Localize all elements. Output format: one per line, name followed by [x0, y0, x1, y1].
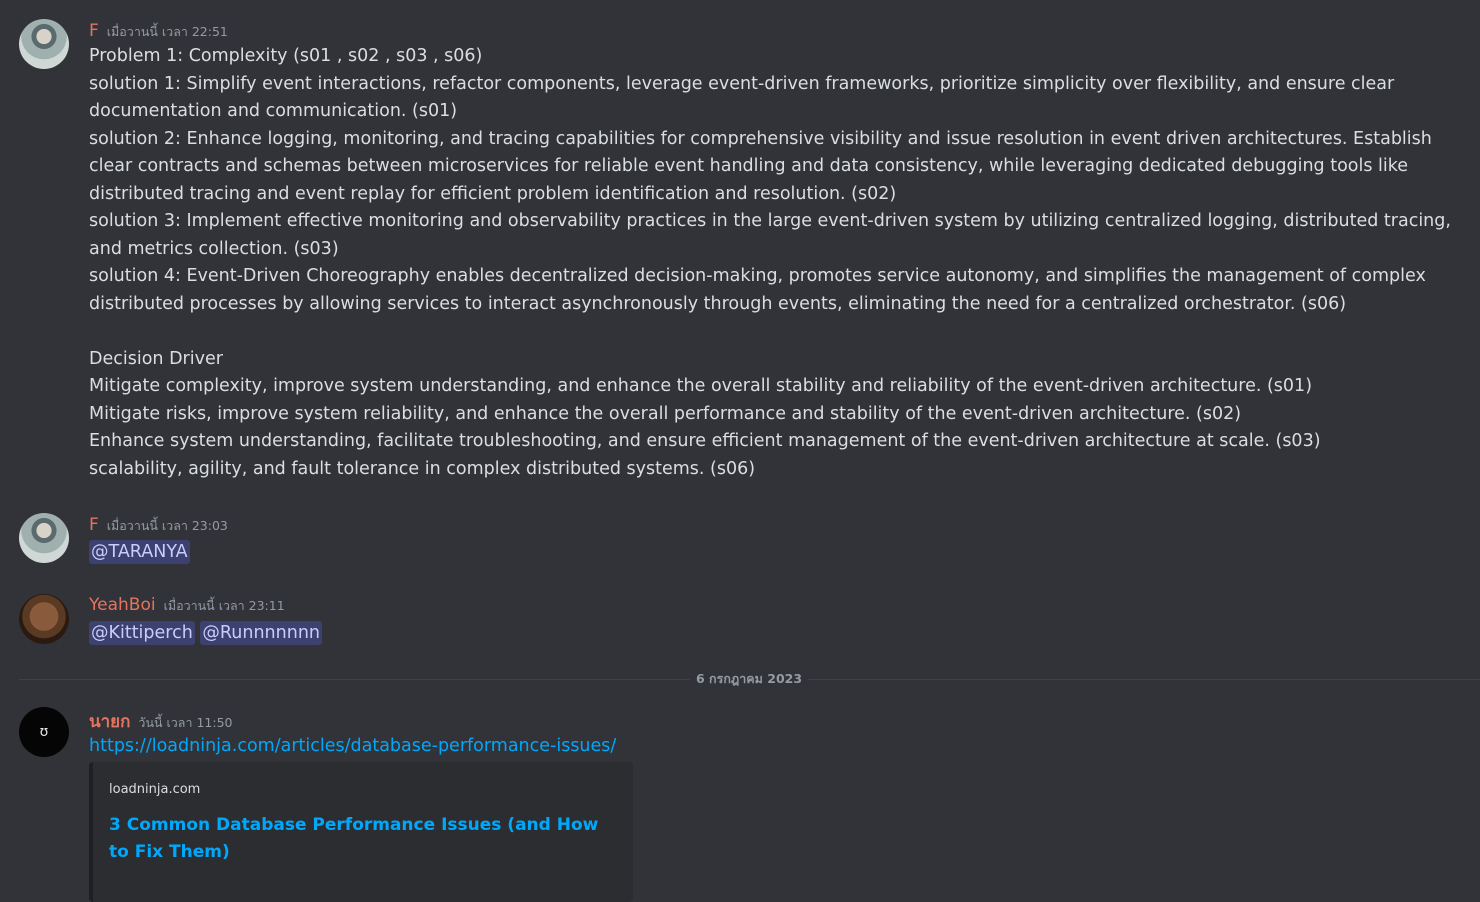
- message-link[interactable]: https://loadninja.com/articles/database-…: [89, 736, 616, 756]
- message-content: @TARANYA: [89, 539, 1459, 567]
- username[interactable]: F: [89, 515, 99, 535]
- message-line: Problem 1: Complexity (s01 , s02 , s03 ,…: [89, 46, 483, 66]
- user-mention[interactable]: @Runnnnnnn: [200, 621, 323, 645]
- message-line: Mitigate risks, improve system reliabili…: [89, 403, 1242, 424]
- user-avatar-nayok[interactable]: ʊ: [19, 707, 69, 757]
- message-line: Enhance system understanding, facilitate…: [89, 431, 1321, 451]
- message-line: solution 4: Event-Driven Choreography en…: [89, 266, 1432, 314]
- avatar-glyph-icon: ʊ: [39, 724, 49, 740]
- message-line: Mitigate complexity, improve system unde…: [89, 376, 1313, 396]
- user-avatar-f[interactable]: [19, 19, 69, 69]
- user-mention[interactable]: @TARANYA: [89, 540, 190, 564]
- date-divider-label: 6 กรกฎาคม 2023: [690, 670, 809, 688]
- message-header: นายก วันนี้ เวลา 11:50: [89, 708, 232, 735]
- embed-title[interactable]: 3 Common Database Performance Issues (an…: [109, 812, 609, 866]
- link-embed: loadninja.com 3 Common Database Performa…: [89, 762, 633, 902]
- timestamp: วันนี้ เวลา 11:50: [138, 715, 233, 730]
- username[interactable]: YeahBoi: [89, 595, 156, 615]
- user-avatar-f[interactable]: [19, 513, 69, 563]
- message-line: solution 2: Enhance logging, monitoring,…: [89, 128, 1438, 204]
- message-header: F เมื่อวานนี้ เวลา 23:03: [89, 515, 228, 536]
- embed-provider[interactable]: loadninja.com: [109, 782, 200, 797]
- timestamp: เมื่อวานนี้ เวลา 23:03: [106, 518, 228, 533]
- message-line: solution 3: Implement effective monitori…: [89, 211, 1457, 259]
- message-header: YeahBoi เมื่อวานนี้ เวลา 23:11: [89, 595, 285, 616]
- message-header: F เมื่อวานนี้ เวลา 22:51: [89, 21, 228, 42]
- timestamp: เมื่อวานนี้ เวลา 23:11: [163, 598, 285, 613]
- message-content: Problem 1: Complexity (s01 , s02 , s03 ,…: [89, 43, 1459, 483]
- message-content: @Kittiperch @Runnnnnnn: [89, 620, 1459, 648]
- username[interactable]: นายก: [89, 708, 130, 735]
- user-mention[interactable]: @Kittiperch: [89, 621, 195, 645]
- message-line: Decision Driver: [89, 348, 223, 369]
- message-line: solution 1: Simplify event interactions,…: [89, 73, 1400, 122]
- user-avatar-yeahboi[interactable]: [19, 594, 69, 644]
- message-line: scalability, agility, and fault toleranc…: [89, 458, 756, 479]
- timestamp: เมื่อวานนี้ เวลา 22:51: [106, 24, 228, 39]
- username[interactable]: F: [89, 21, 99, 41]
- message-content: https://loadninja.com/articles/database-…: [89, 733, 1459, 761]
